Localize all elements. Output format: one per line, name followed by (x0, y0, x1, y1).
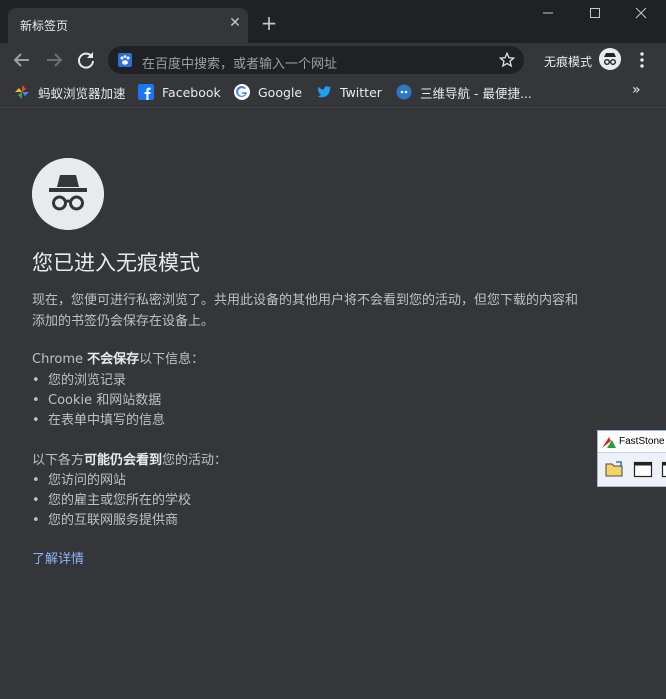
faststone-titlebar[interactable]: FastStone (598, 431, 666, 453)
incognito-page: 您已进入无痕模式 现在，您便可进行私密浏览了。共用此设备的其他用户将不会看到您的… (0, 109, 666, 699)
list-item: • 您访问的网站 (32, 471, 191, 491)
page-title: 您已进入无痕模式 (32, 251, 200, 275)
bookmark-label: 三维导航 - 最便捷... (420, 85, 532, 101)
bookmark-twitter[interactable]: Twitter (316, 83, 382, 101)
not-saved-suffix: 以下信息： (139, 352, 205, 367)
not-saved-list: • 您的浏览记录 • Cookie 和网站数据 • 在表单中填写的信息 (32, 371, 165, 431)
baidu-paw-icon (118, 53, 132, 67)
bookmarks-overflow-button[interactable]: » (632, 82, 641, 98)
incognito-icon[interactable] (599, 48, 621, 70)
may-see-emphasis: 可能仍会看到 (84, 453, 163, 468)
list-item-text: 您的浏览记录 (48, 373, 127, 388)
reload-icon[interactable] (74, 48, 98, 72)
bookmark-ant-accelerator[interactable]: 蚂蚁浏览器加速 (14, 83, 126, 101)
incognito-label[interactable]: 无痕模式 (544, 53, 592, 70)
tab-strip: 新标签页 ✕ + (0, 0, 666, 43)
list-item-text: Cookie 和网站数据 (48, 393, 162, 408)
close-icon[interactable]: ✕ (226, 14, 244, 32)
learn-more-link[interactable]: 了解详情 (32, 548, 84, 567)
open-folder-icon[interactable] (604, 459, 626, 479)
intro-line: 添加的书签仍会保存在设备上。 (32, 314, 215, 329)
bookmark-label: Google (258, 84, 303, 100)
minimize-icon[interactable] (534, 3, 562, 23)
intro-paragraph: 现在，您便可进行私密浏览了。共用此设备的其他用户将不会看到您的活动，但您下载的内… (32, 290, 632, 332)
not-saved-prefix: Chrome (32, 352, 88, 367)
list-item-text: 您的雇主或您所在的学校 (48, 493, 192, 508)
window-close-icon[interactable] (627, 3, 655, 23)
faststone-capture-window[interactable]: FastStone (597, 430, 666, 487)
may-see-suffix: 您的活动： (162, 453, 228, 468)
vertical-dots-icon[interactable] (634, 50, 650, 70)
twitter-icon (317, 86, 331, 98)
bookmark-google[interactable]: Google (234, 83, 302, 101)
incognito-logo-icon (32, 158, 104, 230)
faststone-logo-icon (602, 437, 616, 448)
bookmark-3d-navigation[interactable]: 三维导航 - 最便捷... (396, 83, 532, 101)
new-tab-button[interactable]: + (258, 12, 280, 34)
bookmark-label: Twitter (340, 84, 382, 100)
globe-icon (396, 84, 412, 100)
google-icon (234, 84, 250, 100)
intro-line: 现在，您便可进行私密浏览了。共用此设备的其他用户将不会看到您的活动，但您下载的内… (32, 293, 579, 308)
bookmarks-bar: 蚂蚁浏览器加速 Facebook Google Twitter 三维导航 - 最… (0, 76, 666, 108)
tab-new-tab[interactable]: 新标签页 ✕ (8, 8, 248, 43)
list-item-text: 在表单中填写的信息 (48, 413, 166, 428)
facebook-icon (138, 84, 154, 100)
may-see-list: • 您访问的网站 • 您的雇主或您所在的学校 • 您的互联网服务提供商 (32, 471, 191, 531)
arrow-right-icon[interactable] (42, 48, 66, 72)
bookmark-label: 蚂蚁浏览器加速 (38, 85, 126, 101)
may-see-prefix: 以下各方 (32, 453, 85, 468)
faststone-title: FastStone (619, 436, 665, 447)
pinwheel-icon (15, 85, 29, 99)
not-saved-emphasis: 不会保存 (87, 352, 140, 367)
list-item: • 您的雇主或您所在的学校 (32, 491, 191, 511)
list-item-text: 您访问的网站 (48, 473, 127, 488)
window-capture-icon[interactable] (660, 459, 666, 479)
arrow-left-icon[interactable] (10, 48, 34, 72)
star-icon[interactable] (498, 51, 516, 69)
list-item-text: 您的互联网服务提供商 (48, 513, 179, 528)
list-item: • 您的互联网服务提供商 (32, 511, 191, 531)
tab-title: 新标签页 (20, 19, 69, 33)
window-capture-icon[interactable] (632, 459, 654, 479)
bookmark-label: Facebook (162, 84, 221, 100)
maximize-icon[interactable] (581, 3, 609, 23)
not-saved-heading: Chrome 不会保存以下信息： (32, 348, 204, 367)
list-item: • Cookie 和网站数据 (32, 391, 165, 411)
list-item: • 您的浏览记录 (32, 371, 165, 391)
address-bar-placeholder: 在百度中搜索，或者输入一个网址 (142, 57, 338, 72)
toolbar: 在百度中搜索，或者输入一个网址 无痕模式 (0, 43, 666, 76)
may-see-heading: 以下各方可能仍会看到您的活动： (32, 449, 227, 468)
bookmark-facebook[interactable]: Facebook (138, 83, 221, 101)
list-item: • 在表单中填写的信息 (32, 411, 165, 431)
address-bar[interactable]: 在百度中搜索，或者输入一个网址 (108, 46, 524, 74)
